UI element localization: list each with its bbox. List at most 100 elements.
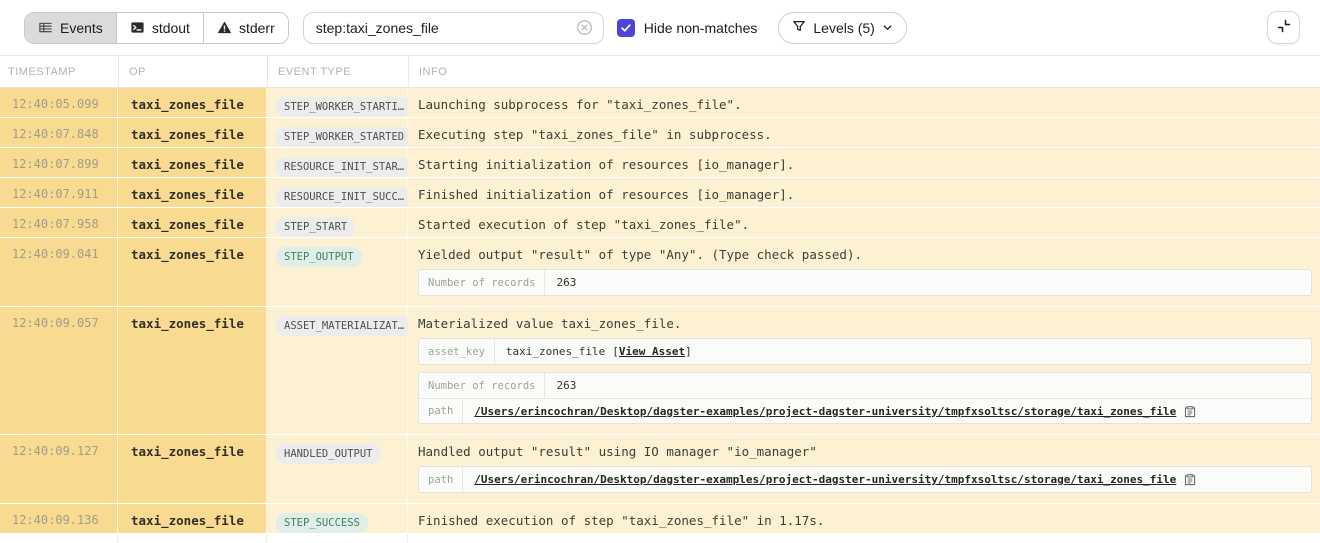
event-op-name: taxi_zones_file — [118, 118, 267, 147]
event-message: Finished initialization of resources [io… — [418, 187, 1312, 202]
event-timestamp: 12:40:05.099 — [0, 88, 118, 117]
event-timestamp: 12:40:07.911 — [0, 178, 118, 207]
filter-funnel-icon — [792, 19, 806, 36]
table-row[interactable]: 12:40:09.127taxi_zones_file HANDLED_OUTPU… — [0, 435, 1320, 504]
event-type-cell: STEP_WORKER_STARTED — [267, 118, 408, 147]
event-message: Yielded output "result" of type "Any". (… — [418, 247, 1312, 262]
path-link[interactable]: /Users/erincochran/Desktop/dagster-examp… — [474, 473, 1176, 486]
terminal-icon — [130, 20, 145, 35]
event-message: Starting initialization of resources [io… — [418, 157, 1312, 172]
event-type-badge: STEP_OUTPUT — [276, 247, 362, 267]
fill-cell — [267, 534, 408, 543]
collapse-panel-button[interactable] — [1267, 11, 1300, 44]
event-type-badge: RESOURCE_INIT_STAR… — [276, 157, 412, 177]
path-link[interactable]: /Users/erincochran/Desktop/dagster-examp… — [474, 405, 1176, 418]
tab-stderr[interactable]: stderr — [204, 13, 288, 43]
event-info-cell: Materialized value taxi_zones_file.asset… — [408, 307, 1320, 434]
levels-filter-button[interactable]: Levels (5) — [778, 12, 906, 44]
event-info-cell: Starting initialization of resources [io… — [408, 148, 1320, 177]
metadata-value-text: 263 — [556, 276, 576, 289]
event-type-badge: HANDLED_OUTPUT — [276, 444, 381, 464]
metadata-entry: Number of records263 — [419, 373, 1311, 398]
event-op-name: taxi_zones_file — [118, 504, 267, 533]
table-row[interactable]: 12:40:09.136taxi_zones_fileSTEP_SUCCESSF… — [0, 504, 1320, 534]
tab-stdout-label: stdout — [152, 20, 190, 36]
checkbox-checked-icon[interactable] — [617, 19, 635, 37]
event-op-name: taxi_zones_file — [118, 238, 267, 306]
metadata-value: 263 — [545, 373, 587, 398]
event-message: Launching subprocess for "taxi_zones_fil… — [418, 97, 1312, 112]
event-info-cell: Handled output "result" using IO manager… — [408, 435, 1320, 503]
metadata-table: asset_keytaxi_zones_file[View Asset] — [418, 338, 1312, 365]
metadata-bracket-text: [View Asset] — [612, 345, 691, 358]
table-row[interactable]: 12:40:09.057 taxi_zones_file ASSET_MATERIA… — [0, 307, 1320, 435]
log-toolbar: Events stdout stderr Hide non-matches — [0, 0, 1320, 56]
table-row[interactable]: 12:40:07.911taxi_zones_fileRESOURCE_INIT… — [0, 178, 1320, 208]
event-type-badge: ASSET_MATERIALIZAT… — [276, 316, 412, 336]
metadata-value-text: taxi_zones_file — [506, 345, 605, 358]
event-message: Started execution of step "taxi_zones_fi… — [418, 217, 1312, 232]
event-message: Handled output "result" using IO manager… — [418, 444, 1312, 459]
collapse-panel-icon — [1276, 18, 1292, 37]
event-info-cell: Launching subprocess for "taxi_zones_fil… — [408, 88, 1320, 117]
tab-stdout[interactable]: stdout — [117, 13, 204, 43]
metadata-table: path/Users/erincochran/Desktop/dagster-e… — [418, 466, 1312, 493]
event-type-cell: RESOURCE_INIT_SUCC… — [267, 178, 408, 207]
table-icon — [38, 20, 53, 35]
event-table-header: TIMESTAMP OP EVENT TYPE INFO — [0, 56, 1320, 88]
event-type-cell: STEP_SUCCESS — [267, 504, 408, 533]
log-filter-input[interactable] — [316, 20, 576, 36]
clear-search-icon[interactable] — [576, 19, 593, 36]
event-type-cell: HANDLED_OUTPUT — [267, 435, 408, 503]
metadata-value: /Users/erincochran/Desktop/dagster-examp… — [463, 467, 1208, 492]
event-message: Materialized value taxi_zones_file. — [418, 316, 1312, 331]
hide-non-matches-toggle[interactable]: Hide non-matches — [617, 19, 758, 37]
event-message: Finished execution of step "taxi_zones_f… — [418, 513, 1312, 528]
event-op-name: taxi_zones_file — [118, 88, 267, 117]
warning-icon — [217, 20, 232, 35]
metadata-entry: path/Users/erincochran/Desktop/dagster-e… — [419, 467, 1311, 492]
event-timestamp: 12:40:09.057 — [0, 307, 118, 434]
fill-cell — [0, 534, 118, 543]
event-op-name: taxi_zones_file — [118, 178, 267, 207]
log-filter-searchbox — [303, 12, 604, 44]
event-timestamp: 12:40:07.958 — [0, 208, 118, 237]
event-timestamp: 12:40:09.127 — [0, 435, 118, 503]
copy-icon[interactable] — [1183, 404, 1197, 419]
event-type-badge: STEP_START — [276, 217, 355, 237]
table-row[interactable]: 12:40:07.958taxi_zones_fileSTEP_STARTSta… — [0, 208, 1320, 238]
tab-events-label: Events — [60, 20, 103, 36]
tab-stderr-label: stderr — [239, 20, 275, 36]
levels-filter-label: Levels (5) — [813, 20, 874, 36]
metadata-value: /Users/erincochran/Desktop/dagster-examp… — [463, 399, 1208, 423]
event-info-cell: Started execution of step "taxi_zones_fi… — [408, 208, 1320, 237]
event-op-name: taxi_zones_file — [118, 148, 267, 177]
table-row[interactable]: 12:40:07.848taxi_zones_fileSTEP_WORKER_S… — [0, 118, 1320, 148]
column-header-event-type: EVENT TYPE — [267, 56, 408, 88]
column-header-info: INFO — [408, 56, 1320, 88]
metadata-label: path — [419, 467, 463, 492]
event-table-body: 12:40:05.099taxi_zones_fileSTEP_WORKER_S… — [0, 88, 1320, 543]
event-info-cell: Yielded output "result" of type "Any". (… — [408, 238, 1320, 306]
metadata-label: path — [419, 399, 463, 423]
event-info-cell: Finished execution of step "taxi_zones_f… — [408, 504, 1320, 533]
view-asset-link[interactable]: View Asset — [619, 345, 685, 358]
event-type-badge: STEP_SUCCESS — [276, 513, 368, 533]
table-row[interactable]: 12:40:05.099taxi_zones_fileSTEP_WORKER_S… — [0, 88, 1320, 118]
metadata-table: Number of records263path/Users/erincochr… — [418, 372, 1312, 424]
event-op-name: taxi_zones_file — [118, 435, 267, 503]
log-view-tabs: Events stdout stderr — [24, 12, 289, 44]
table-bottom-fill — [0, 534, 1320, 543]
event-info-cell: Executing step "taxi_zones_file" in subp… — [408, 118, 1320, 147]
event-message: Executing step "taxi_zones_file" in subp… — [418, 127, 1312, 142]
metadata-entry: asset_keytaxi_zones_file[View Asset] — [419, 339, 1311, 364]
copy-icon[interactable] — [1183, 472, 1197, 487]
table-row[interactable]: 12:40:07.899taxi_zones_fileRESOURCE_INIT… — [0, 148, 1320, 178]
fill-cell — [408, 534, 1320, 543]
table-row[interactable]: 12:40:09.041taxi_zones_fileSTEP_OUTPUTYi… — [0, 238, 1320, 307]
tab-events[interactable]: Events — [25, 13, 117, 43]
metadata-value: taxi_zones_file [View Asset] — [495, 339, 703, 364]
event-type-cell: RESOURCE_INIT_STAR… — [267, 148, 408, 177]
event-type-cell: STEP_OUTPUT — [267, 238, 408, 306]
metadata-table: Number of records263 — [418, 269, 1312, 296]
